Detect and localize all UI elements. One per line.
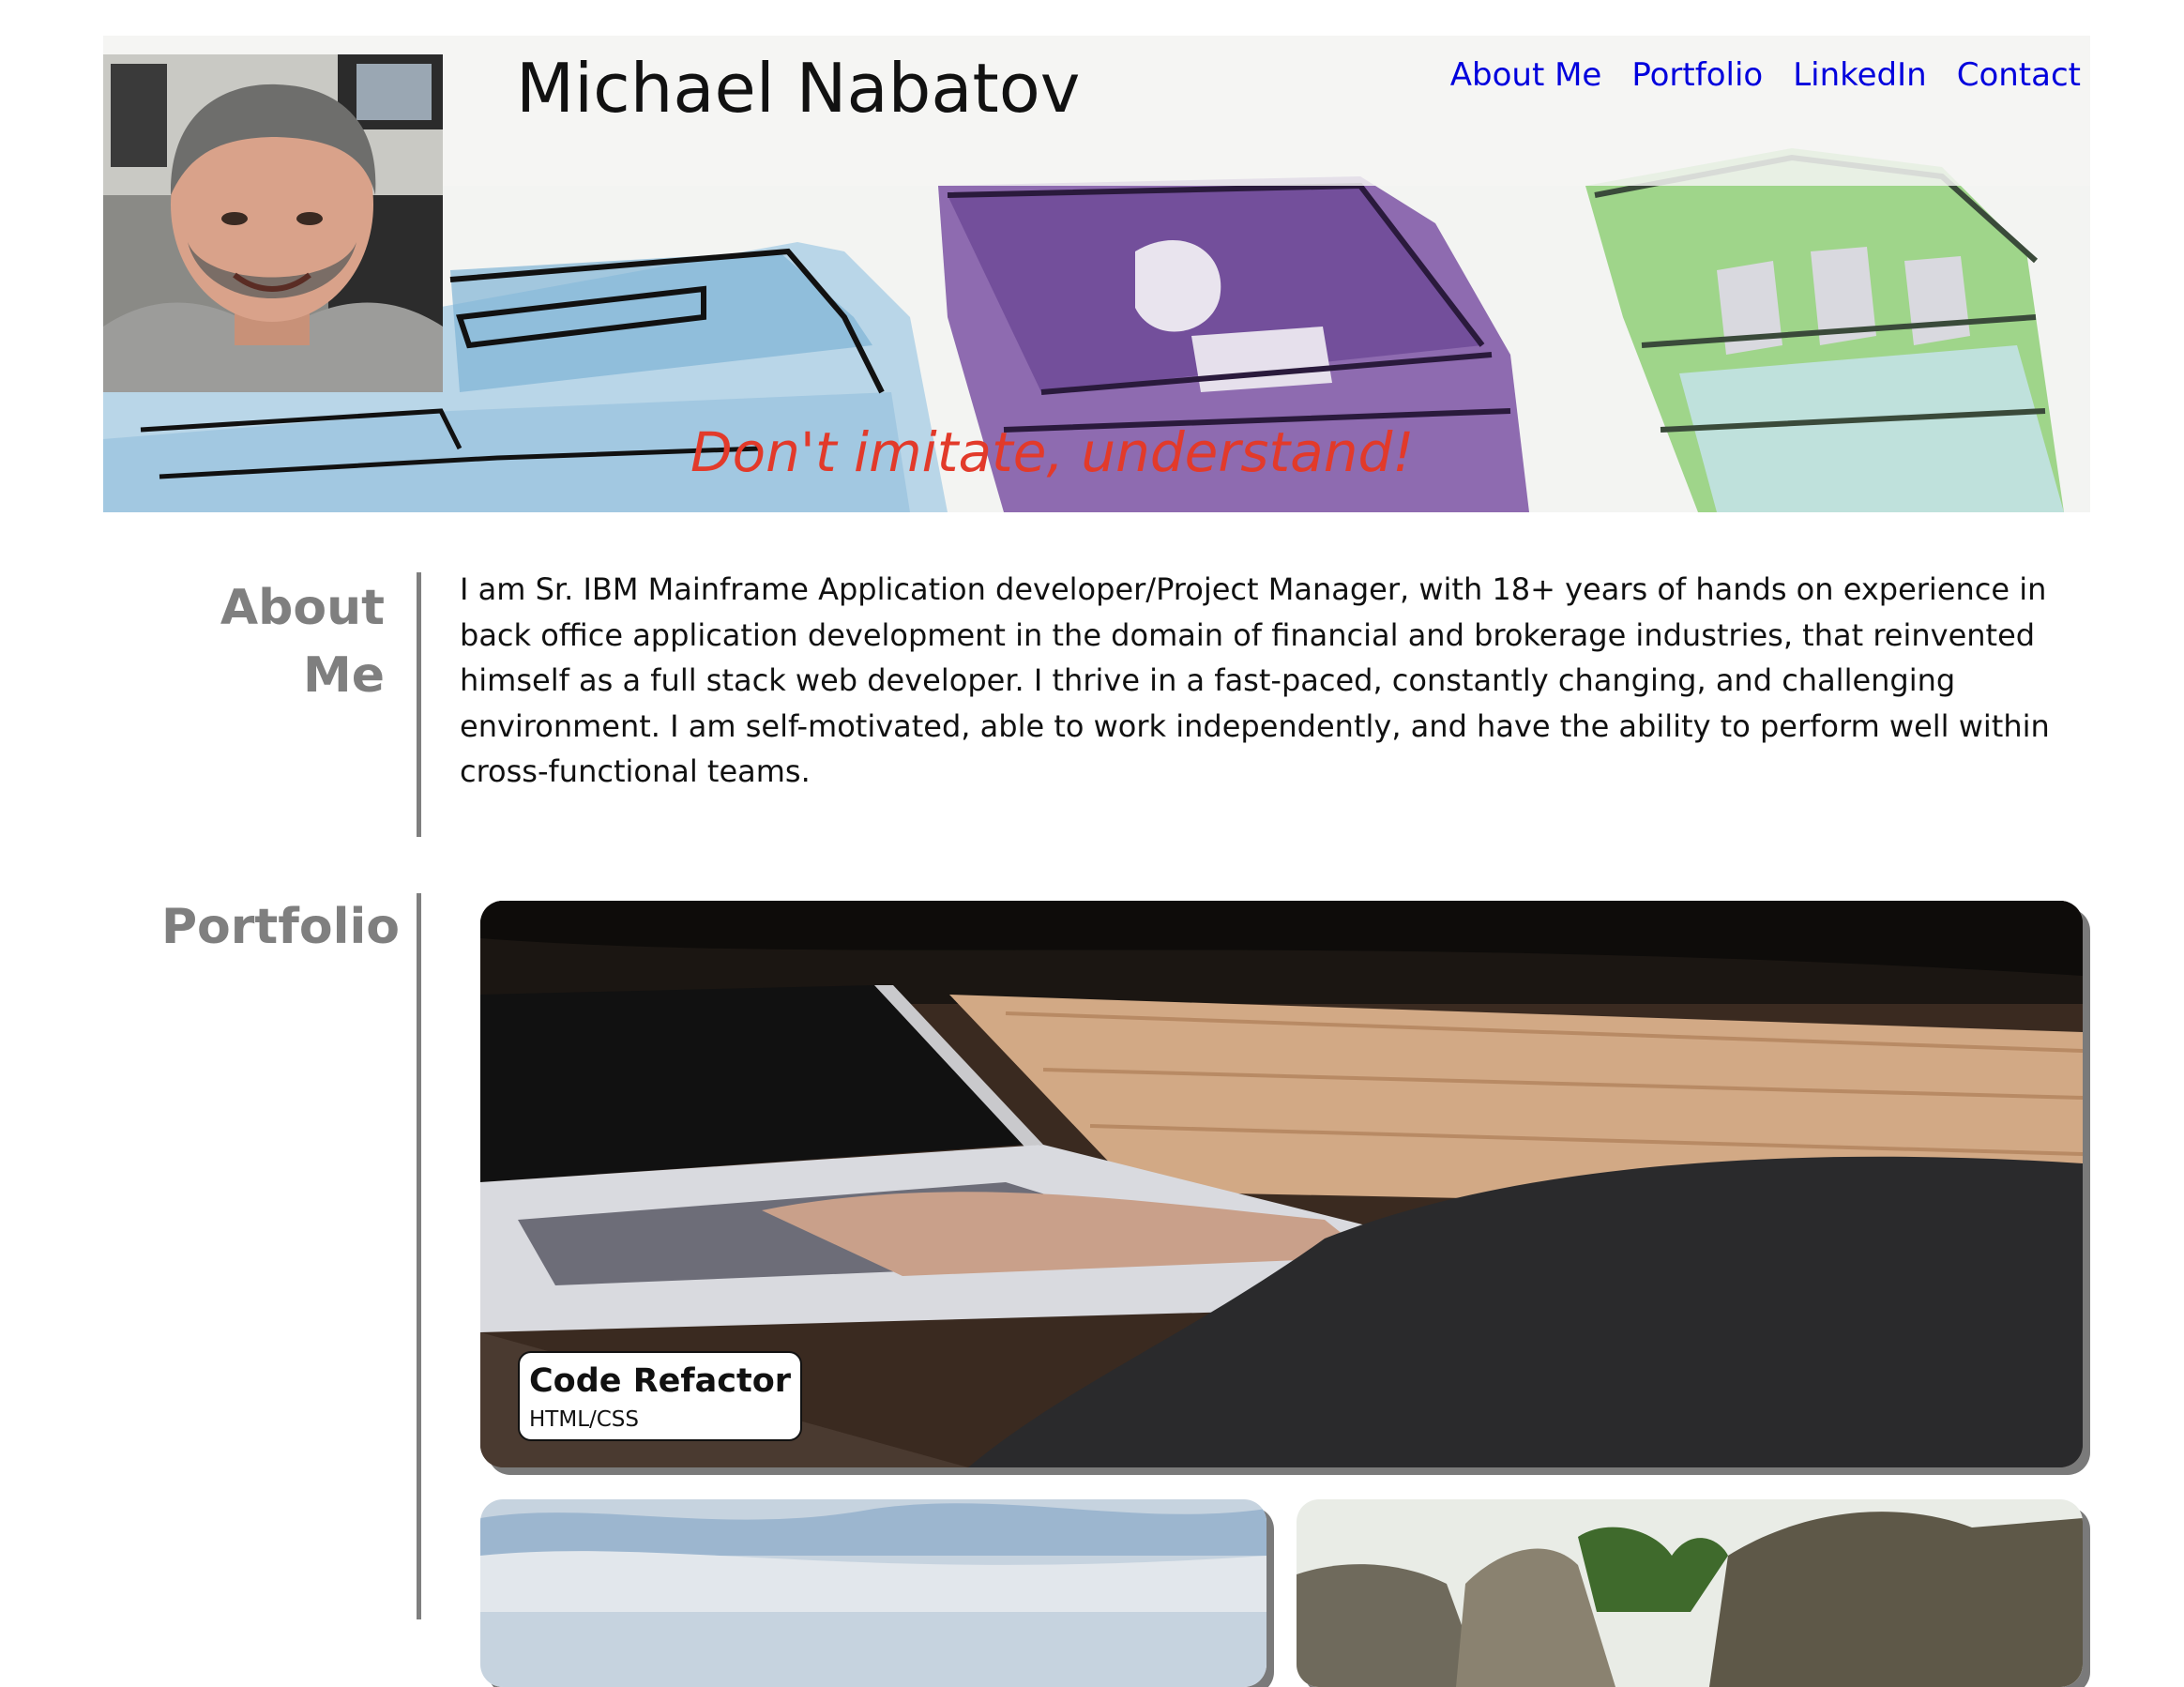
tagline: Don't imitate, understand! [690,420,1415,484]
project-image-sky [480,1499,1266,1687]
about-body: I am Sr. IBM Mainframe Application devel… [460,571,2050,789]
about-heading: About Me [169,574,385,709]
project-tech: HTML/CSS [529,1407,640,1432]
about-heading-line1: About [220,580,385,636]
nav-link-contact[interactable]: Contact [1957,56,2081,94]
portfolio-heading: Portfolio [160,899,400,955]
project-caption: Code Refactor HTML/CSS [518,1351,803,1441]
project-card-2[interactable] [480,1499,1266,1687]
nav-link-portfolio[interactable]: Portfolio [1631,56,1763,94]
project-card-3[interactable] [1297,1499,2083,1687]
site-name: Michael Nabatov [516,49,1081,128]
profile-photo [103,54,443,392]
project-image-rocks [1297,1499,2083,1687]
project-card-code-refactor[interactable]: Code Refactor HTML/CSS [480,901,2083,1467]
project-title: Code Refactor [529,1362,792,1400]
main-nav: About Me Portfolio LinkedIn Contact [1450,56,2081,94]
nav-link-linkedin[interactable]: LinkedIn [1793,56,1927,94]
about-heading-line2: Me [302,647,385,704]
portfolio-divider [417,893,421,1619]
about-divider [417,572,421,837]
nav-link-about-me[interactable]: About Me [1450,56,1602,94]
site-header: Michael Nabatov About Me Portfolio Linke… [103,36,2090,512]
